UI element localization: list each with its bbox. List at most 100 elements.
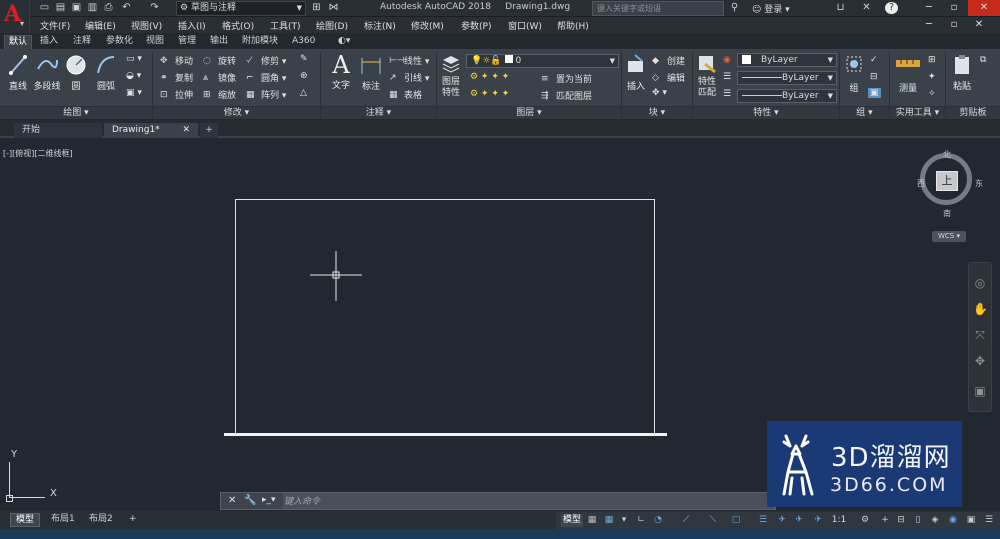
help-icon[interactable]: ? <box>885 2 898 14</box>
viewcube-top-face[interactable]: 上 <box>936 171 958 191</box>
snap-icon[interactable]: ▦ <box>602 514 616 527</box>
workspace-dropdown[interactable]: ⚙ 草图与注释 ▼ <box>176 1 306 16</box>
block-attributes-icon[interactable]: ✥ ▾ <box>652 88 667 98</box>
close-button[interactable]: ✕ <box>968 0 1000 16</box>
tab-model[interactable]: 模型 <box>10 513 41 527</box>
point-icon[interactable]: ✦ <box>928 72 936 82</box>
copy-button[interactable]: ⚭ 复制 <box>160 71 193 85</box>
tab-output[interactable]: 输出 <box>206 35 232 49</box>
command-prompt-icon[interactable]: ▸_▾ <box>262 495 276 505</box>
file-tab-start[interactable]: 开始 <box>14 123 102 138</box>
compass-south[interactable]: 南 <box>943 208 951 219</box>
hatch-icon[interactable]: ◒ ▾ <box>126 71 141 81</box>
doc-minimize-button[interactable]: ─ <box>918 17 940 33</box>
file-tab-drawing1[interactable]: Drawing1* ✕ <box>104 123 198 138</box>
annotation-scale-dropdown[interactable]: 1:1 <box>829 514 849 527</box>
steering-wheel-icon[interactable]: ◎ <box>973 276 987 290</box>
zoom-extents-icon[interactable]: ⤧ <box>973 328 987 342</box>
menu-format[interactable]: 格式(O) <box>222 19 254 32</box>
tab-layout1[interactable]: 布局1 <box>46 513 80 527</box>
utilities-panel-title[interactable]: 实用工具 ▾ <box>890 106 945 119</box>
exchange-icon[interactable]: ✕ <box>860 2 873 14</box>
save-as-icon[interactable]: ▥ <box>86 2 99 14</box>
clipboard-panel-title[interactable]: 剪贴板 <box>946 106 1000 119</box>
pan-icon[interactable]: ✋ <box>973 302 988 316</box>
grid-icon[interactable]: ▦ <box>585 514 599 527</box>
menu-window[interactable]: 窗口(W) <box>508 19 542 32</box>
menu-file[interactable]: 文件(F) <box>40 19 70 32</box>
doc-close-button[interactable]: ✕ <box>968 17 990 33</box>
group-button[interactable]: 组 <box>843 54 865 94</box>
linetype-dropdown[interactable]: ByLayer ▼ <box>737 89 837 103</box>
fillet-button[interactable]: ⌐ 圆角 ▾ <box>246 71 286 85</box>
id-point-icon[interactable]: ✧ <box>928 89 936 99</box>
save-icon[interactable]: ▣ <box>70 2 83 14</box>
edit-block-button[interactable]: ◇ 编辑 <box>652 71 685 85</box>
cart-icon[interactable]: ⊔ <box>834 2 847 14</box>
redo-icon[interactable]: ↷ <box>148 2 161 14</box>
group-select-icon[interactable]: ▣ <box>868 88 881 98</box>
search-input[interactable]: 键入关键字或短语 <box>592 1 724 16</box>
layer-tools-row-2[interactable]: ⚙ ✦ ✦ ✦ <box>470 89 509 99</box>
create-block-button[interactable]: ◆ 创建 <box>652 54 685 68</box>
tab-default[interactable]: 默认 <box>4 35 33 49</box>
color-dropdown[interactable]: ByLayer ▼ <box>737 53 837 67</box>
model-space-button[interactable]: 模型 <box>561 514 583 527</box>
draw-panel-title[interactable]: 绘图 ▾ <box>0 106 152 119</box>
tab-manage[interactable]: 管理 <box>174 35 200 49</box>
chevron-down-icon[interactable]: ▾ <box>620 514 628 527</box>
annotation-panel-title[interactable]: 注释 ▾ <box>321 106 436 119</box>
measure-button[interactable]: 测量 <box>894 56 922 94</box>
undo-icon[interactable]: ↶ <box>120 2 133 14</box>
osnap-icon[interactable]: ▢ <box>729 514 743 527</box>
wcs-menu[interactable]: WCS ▾ <box>932 231 966 242</box>
lineweight-dropdown[interactable]: ByLayer ▼ <box>737 71 837 85</box>
layer-properties-button[interactable]: 图层特性 <box>440 54 462 99</box>
close-icon[interactable]: ✕ <box>182 123 190 137</box>
isolate-objects-icon[interactable]: ◈ <box>928 514 942 527</box>
annotation-scale-icon[interactable]: ✈ <box>811 514 825 527</box>
paste-button[interactable]: 粘贴 <box>951 54 973 92</box>
customization-icon[interactable]: ☰ <box>982 514 996 527</box>
minimize-button[interactable]: ─ <box>918 0 940 16</box>
binoculars-icon[interactable]: ⚲ <box>728 2 741 14</box>
menu-tools[interactable]: 工具(T) <box>270 19 301 32</box>
rectangle-icon[interactable]: ▭ ▾ <box>126 54 142 64</box>
command-input[interactable]: 键入命令 <box>284 494 320 507</box>
tab-layout2[interactable]: 布局2 <box>84 513 118 527</box>
viewport-controls[interactable]: [-][俯视][二维线框] <box>3 148 73 159</box>
ungroup-icon[interactable]: ✓ <box>870 55 878 65</box>
leader-button[interactable]: ↗ 引线 ▾ <box>389 71 429 85</box>
circle-button[interactable]: 圆 <box>64 54 88 92</box>
match-layer-button[interactable]: ⇶ 匹配图层 <box>541 89 592 103</box>
maximize-button[interactable]: ▫ <box>943 0 965 16</box>
lineweight-toggle-icon[interactable]: ☰ <box>756 514 770 527</box>
ortho-icon[interactable]: ∟ <box>634 514 648 527</box>
orbit-icon[interactable]: ✥ <box>973 354 987 368</box>
wrench-icon[interactable]: 🔧 <box>244 495 256 506</box>
open-file-icon[interactable]: ▤ <box>54 2 67 14</box>
modify-panel-title[interactable]: 修改 ▾ <box>153 106 320 119</box>
ribbon-options-icon[interactable]: ◐▾ <box>334 35 354 49</box>
object-snap-tracking-icon[interactable]: ⟍ <box>706 514 720 527</box>
auto-scale-icon[interactable]: ✈ <box>792 514 806 527</box>
linear-dim-button[interactable]: ⊢⊣线性 ▾ <box>389 54 429 68</box>
annotation-monitor-icon[interactable]: ⊟ <box>894 514 908 527</box>
quick-calc-icon[interactable]: ⊞ <box>928 55 936 65</box>
block-panel-title[interactable]: 块 ▾ <box>622 106 692 119</box>
showmotion-icon[interactable]: ▣ <box>973 384 987 398</box>
plus-icon[interactable]: + <box>878 514 892 527</box>
annotation-visibility-icon[interactable]: ✈ <box>775 514 789 527</box>
add-layout-button[interactable]: + <box>124 513 142 527</box>
trim-button[interactable]: -⁄ 修剪 ▾ <box>246 54 286 68</box>
tab-addins[interactable]: 附加模块 <box>238 35 282 49</box>
tab-a360[interactable]: A360 <box>288 35 319 49</box>
menu-view[interactable]: 视图(V) <box>131 19 162 32</box>
properties-panel-title[interactable]: 特性 ▾ <box>693 106 839 119</box>
dimension-button[interactable]: 标注 <box>357 54 385 92</box>
polar-icon[interactable]: ◔ <box>651 514 665 527</box>
tab-parametric[interactable]: 参数化 <box>102 35 137 49</box>
polyline-button[interactable]: 多段线 <box>33 54 61 92</box>
login-button[interactable]: ☺ 登录 ▾ <box>752 2 790 15</box>
groups-panel-title[interactable]: 组 ▾ <box>840 106 889 119</box>
